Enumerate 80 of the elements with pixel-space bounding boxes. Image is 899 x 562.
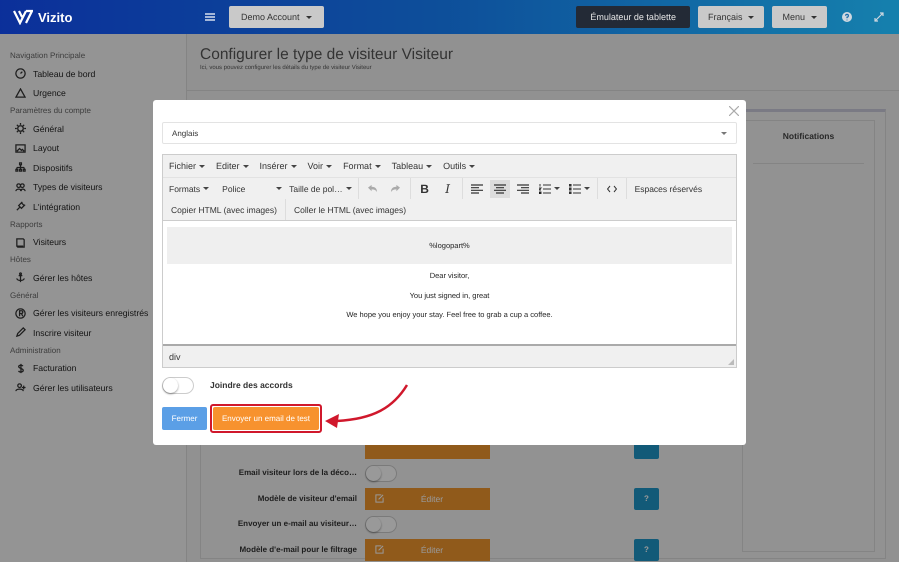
toggle-label: Joindre des accords	[210, 380, 293, 390]
sidebar-section-title: Général	[10, 290, 38, 302]
menu-icon[interactable]	[205, 13, 215, 21]
dollar-icon	[15, 362, 26, 374]
language-select[interactable]: Anglais	[162, 122, 737, 144]
sidebar-item[interactable]: L'intégration	[10, 197, 80, 216]
fullscreen-icon[interactable]	[874, 12, 884, 22]
menu-item[interactable]: Voir	[308, 161, 332, 171]
sidebar-item[interactable]: Urgence	[10, 84, 66, 103]
element-path: div	[169, 352, 181, 362]
sitemap-icon	[15, 162, 26, 174]
logo-icon	[13, 9, 33, 25]
toolbar-button[interactable]: Coller le HTML (avec images)	[290, 204, 410, 214]
language-dropdown[interactable]: Français	[698, 6, 764, 28]
help-icon[interactable]	[842, 12, 852, 22]
setting-label: Envoyer un e-mail au visiteur…	[236, 518, 357, 530]
account-dropdown[interactable]: Demo Account	[229, 6, 324, 28]
menu-item[interactable]: Fichier	[169, 161, 206, 171]
toggle-switch[interactable]	[365, 464, 397, 482]
sidebar-section-title: Hôtes	[10, 254, 31, 266]
bold-button[interactable]: B	[414, 180, 435, 198]
toggle-switch[interactable]	[162, 376, 194, 394]
registered-icon	[15, 308, 26, 319]
menu-item[interactable]: Outils	[443, 161, 476, 171]
setting-label: Modèle de visiteur d'email	[256, 492, 357, 505]
pencil-icon	[15, 327, 26, 338]
setting-label: Email visiteur lors de la déco…	[238, 467, 357, 480]
align-left-icon	[470, 184, 483, 194]
toolbar-dropdown[interactable]: Formats	[167, 184, 212, 194]
toolbar-button[interactable]: Espaces réservés	[630, 184, 706, 194]
gauge-icon	[15, 68, 26, 80]
menu-dropdown[interactable]: Menu	[772, 6, 827, 28]
sidebar-item[interactable]: Général	[10, 119, 64, 138]
warning-icon	[15, 88, 26, 99]
sidebar-section-title: Rapports	[10, 218, 42, 231]
plug-icon	[15, 201, 26, 212]
page-title: Configurer le type de visiteur Visiteur	[200, 46, 454, 64]
toggle-switch[interactable]	[365, 516, 397, 533]
toolbar-dropdown[interactable]: Police	[220, 184, 284, 194]
book-icon	[15, 236, 26, 248]
sidebar-item[interactable]: Gérer les hôtes	[10, 268, 92, 288]
setting-label: Modèle d'e-mail pour le filtrage	[238, 544, 357, 556]
menu-item[interactable]: Tableau	[392, 161, 432, 171]
bullet-list-icon	[568, 184, 581, 194]
code-icon	[606, 184, 617, 192]
sidebar-item[interactable]: Layout	[10, 138, 60, 158]
notifications-header: Notifications	[753, 121, 864, 164]
edit-icon	[375, 494, 384, 504]
align-center-icon	[494, 184, 506, 194]
anchor-icon	[15, 272, 26, 284]
sidebar-item[interactable]: Gérer les visiteurs enregistrés	[10, 304, 148, 323]
menu-item[interactable]: Format	[343, 161, 381, 171]
sidebar-item[interactable]: Facturation	[10, 358, 76, 378]
sidebar-item[interactable]: Visiteurs	[10, 232, 66, 252]
sidebar-section-title: Administration	[10, 344, 61, 356]
menu-item[interactable]: Editer	[216, 161, 249, 171]
image-icon	[15, 142, 26, 154]
resize-handle-icon[interactable]	[728, 359, 734, 365]
user-plus-icon	[15, 382, 26, 394]
brand-name: Vizito	[38, 10, 72, 24]
users-icon	[15, 182, 26, 193]
menu-item[interactable]: Insérer	[260, 161, 297, 171]
sidebar-item[interactable]: Gérer les utilisateurs	[10, 378, 113, 398]
italic-button[interactable]: I	[438, 180, 458, 198]
ordered-list-icon	[538, 184, 551, 194]
redo-icon	[390, 184, 402, 193]
sidebar-section-title: Navigation Principale	[10, 50, 86, 62]
tablet-emulator-button[interactable]: Émulateur de tablette	[576, 6, 690, 28]
toolbar-button[interactable]: Copier HTML (avec images)	[167, 204, 281, 214]
sidebar-item[interactable]: Inscrire visiteur	[10, 323, 92, 342]
sidebar-item[interactable]: Tableau de bord	[10, 64, 96, 84]
edit-icon	[375, 545, 384, 554]
sidebar-item[interactable]: Dispositifs	[10, 158, 73, 178]
toolbar-dropdown[interactable]: Taille de pol…	[287, 184, 354, 194]
align-center-button[interactable]	[490, 180, 510, 198]
undo-icon	[367, 184, 378, 193]
gear-icon	[15, 123, 26, 134]
sidebar-section-title: Paramètres du compte	[10, 105, 91, 117]
align-right-icon	[516, 184, 529, 194]
sidebar-item[interactable]: Types de visiteurs	[10, 178, 103, 197]
